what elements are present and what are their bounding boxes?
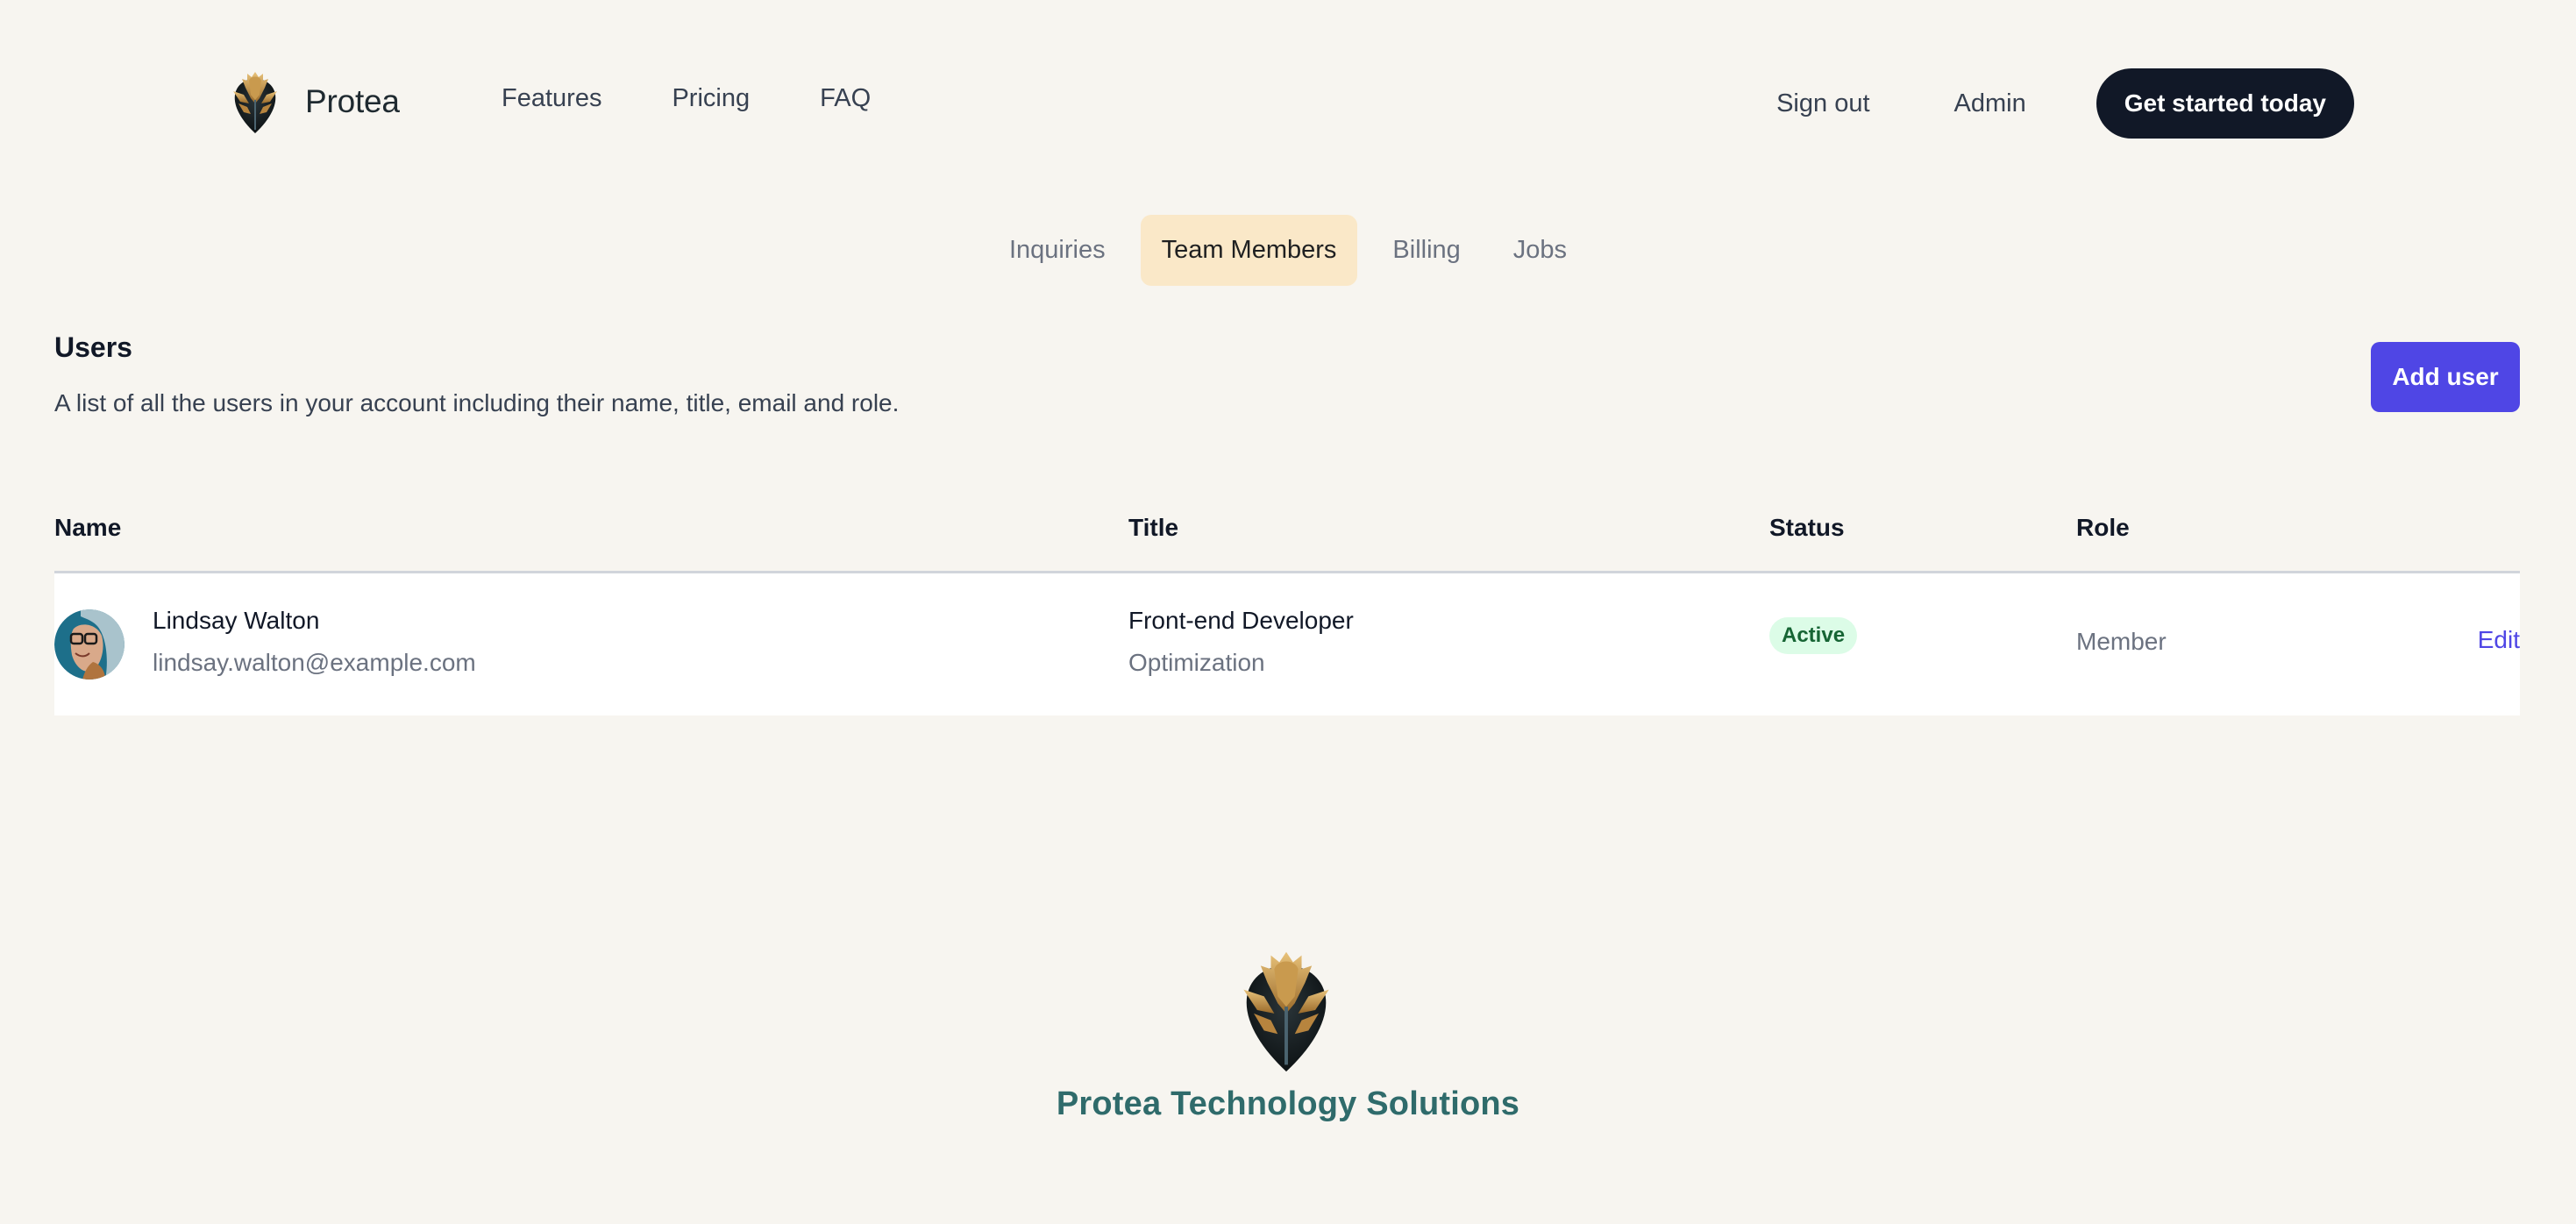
admin-tabs: Inquiries Team Members Billing Jobs — [0, 215, 2576, 286]
protea-flower-logo-icon — [1243, 951, 1329, 1072]
column-header-role: Role — [2076, 514, 2130, 541]
user-role: Member — [2076, 628, 2167, 655]
user-title: Front-end Developer — [1128, 607, 1354, 634]
nav-link-faq[interactable]: FAQ — [820, 84, 871, 113]
admin-link[interactable]: Admin — [1954, 89, 2026, 118]
column-header-status: Status — [1769, 514, 1845, 541]
users-title: Users — [54, 331, 132, 363]
tab-jobs[interactable]: Jobs — [1492, 215, 1588, 286]
tab-billing[interactable]: Billing — [1371, 215, 1481, 286]
users-description: A list of all the users in your account … — [54, 389, 900, 416]
site-header: Protea Features Pricing FAQ Sign out Adm… — [0, 0, 2576, 207]
page: Protea Features Pricing FAQ Sign out Adm… — [0, 0, 2576, 1224]
user-department: Optimization — [1128, 649, 1265, 676]
column-header-name: Name — [54, 514, 122, 541]
table-header: Name Title Status Role — [54, 496, 2520, 573]
footer-company-name: Protea Technology Solutions — [1056, 1085, 1520, 1122]
add-user-button[interactable]: Add user — [2371, 342, 2520, 412]
sign-out-link[interactable]: Sign out — [1776, 89, 1869, 118]
account-nav: Sign out Admin Get started today — [1776, 68, 2354, 139]
nav-link-pricing[interactable]: Pricing — [672, 84, 750, 113]
primary-nav: Features Pricing FAQ — [502, 84, 871, 113]
edit-user-link[interactable]: Edit — [2478, 626, 2520, 654]
protea-flower-logo-icon — [233, 72, 277, 133]
user-email: lindsay.walton@example.com — [153, 649, 476, 676]
brand[interactable]: Protea — [230, 68, 400, 135]
status-badge: Active — [1769, 617, 1858, 654]
get-started-button[interactable]: Get started today — [2096, 68, 2354, 139]
nav-link-features[interactable]: Features — [502, 84, 601, 113]
brand-name: Protea — [305, 83, 400, 119]
avatar — [54, 609, 125, 680]
tab-team-members[interactable]: Team Members — [1140, 215, 1358, 286]
users-table: Name Title Status Role Lindsay Walton li… — [54, 496, 2520, 715]
table-row: Lindsay Walton lindsay.walton@example.co… — [54, 573, 2520, 715]
user-name: Lindsay Walton — [153, 607, 320, 634]
column-header-title: Title — [1128, 514, 1179, 541]
tab-inquiries[interactable]: Inquiries — [988, 215, 1127, 286]
